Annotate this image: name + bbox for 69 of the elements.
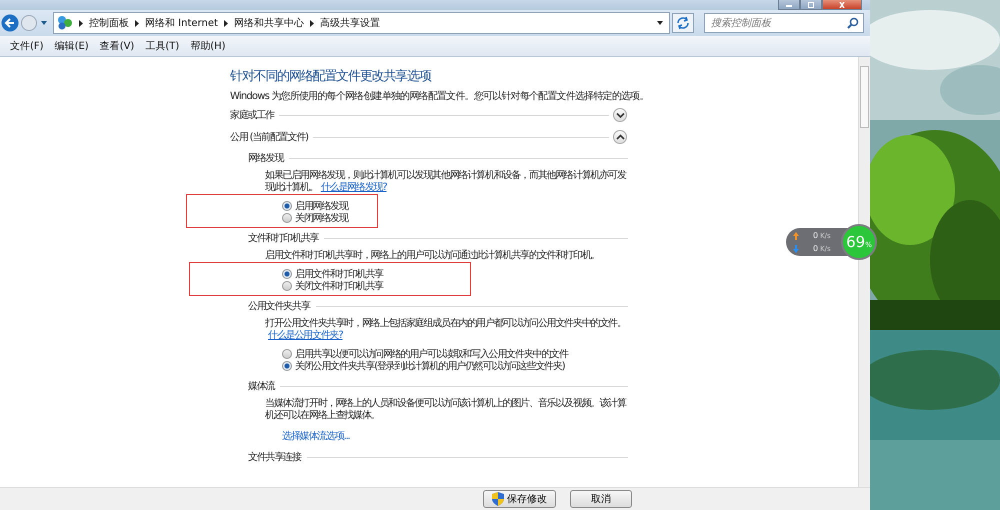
address-bar[interactable]: 控制面板 网络和 Internet 网络和共享中心 高级共享设置 xyxy=(53,12,670,34)
cancel-button[interactable]: 取消 xyxy=(570,490,632,508)
caret-icon xyxy=(41,21,47,25)
radio-button[interactable] xyxy=(282,201,292,211)
help-link[interactable]: 什么是网络发现? xyxy=(320,182,387,193)
shield-icon xyxy=(492,492,504,506)
radio-button[interactable] xyxy=(282,269,292,279)
profile-heading: 家庭或工作 xyxy=(230,108,274,122)
option-label[interactable]: 关闭文件和打印机共享 xyxy=(295,279,384,293)
radio-button[interactable] xyxy=(282,281,292,291)
save-button[interactable]: 保存修改 xyxy=(483,490,556,508)
speed-value: 0 xyxy=(813,244,818,253)
option-label[interactable]: 启用网络发现 xyxy=(295,199,348,213)
search-icon xyxy=(847,17,859,29)
search-field[interactable]: 搜索控制面板 xyxy=(704,13,864,33)
refresh-button[interactable] xyxy=(672,13,694,33)
breadcrumb[interactable]: 网络和 Internet xyxy=(145,16,218,30)
options-link[interactable]: 选择媒体流选项... xyxy=(282,429,350,443)
close-button[interactable] xyxy=(822,0,862,10)
refresh-icon xyxy=(675,15,691,31)
minimize-button[interactable] xyxy=(778,0,800,10)
chevron-icon xyxy=(79,20,83,26)
network-icon xyxy=(57,15,73,31)
circle-icon xyxy=(21,15,37,31)
menu-item[interactable]: 工具(T) xyxy=(145,39,180,53)
menu-item[interactable]: 查看(V) xyxy=(100,39,134,53)
profile-heading: 公用 (当前配置文件) xyxy=(230,130,308,144)
breadcrumb[interactable]: 高级共享设置 xyxy=(320,16,380,30)
breadcrumb[interactable]: 网络和共享中心 xyxy=(234,16,304,30)
chevron-icon xyxy=(310,20,314,26)
down-arrow-icon xyxy=(793,244,799,252)
section-heading: 媒体流 xyxy=(248,380,274,393)
menu-item[interactable]: 编辑(E) xyxy=(54,39,89,53)
chevron-icon xyxy=(135,20,139,26)
section-heading: 文件共享连接 xyxy=(248,450,301,464)
maximize-button[interactable] xyxy=(800,0,822,10)
menu-item[interactable]: 文件(F) xyxy=(10,39,44,53)
intro-text: Windows 为您所使用的每个网络创建单独的网络配置文件。您可以针对每个配置文件选择特定的选项。 xyxy=(230,90,649,103)
chevron-up-icon xyxy=(616,134,624,140)
description-text: 启用文件和打印机共享时，网络上的用户可以访问通过此计算机共享的文件和打印机。 xyxy=(265,250,600,262)
up-arrow-icon xyxy=(793,232,799,240)
description-text: 当媒体流打开时，网络上的人员和设备便可以访问该计算机上的图片、音乐以及视频。该计算机还可以在网络上查找媒体。 xyxy=(265,398,627,422)
section-heading: 网络发现 xyxy=(248,152,284,165)
chevron-down-icon xyxy=(616,112,624,118)
section-heading: 公用文件夹共享 xyxy=(248,300,310,313)
chevron-icon xyxy=(224,20,228,26)
description-text: 打开公用文件夹共享时，网络上包括家庭组成员在内的用户都可以访问公用文件夹中的文件。 什么是公用文件夹? xyxy=(265,318,627,342)
maximize-icon xyxy=(806,2,816,8)
history-dropdown[interactable] xyxy=(39,21,49,25)
menu-item[interactable]: 帮助(H) xyxy=(190,39,226,53)
option-label[interactable]: 启用共享以便可以访问网络的用户可以读取和写入公用文件夹中的文件 xyxy=(295,347,568,361)
speed-value: 0 xyxy=(813,231,818,240)
collapse-button[interactable] xyxy=(613,130,627,144)
help-link[interactable]: 什么是公用文件夹? xyxy=(268,330,343,341)
radio-button[interactable] xyxy=(282,349,292,359)
option-label[interactable]: 启用文件和打印机共享 xyxy=(295,267,384,281)
usage-value: 69 xyxy=(846,233,866,251)
description-text: 如果已启用网络发现，则此计算机可以发现其他网络计算机和设备，而其他网络计算机亦可发现此计算机。 什么是网络发现? xyxy=(265,170,627,194)
expand-button[interactable] xyxy=(613,108,627,122)
breadcrumb[interactable]: 控制面板 xyxy=(89,16,129,30)
section-heading: 文件和打印机共享 xyxy=(248,232,318,245)
option-label[interactable]: 关闭网络发现 xyxy=(295,211,348,225)
option-label[interactable]: 关闭公用文件夹共享(登录到此计算机的用户仍然可以访问这些文件夹) xyxy=(295,359,564,373)
close-icon xyxy=(837,2,847,8)
caret-icon xyxy=(657,21,663,25)
page-title: 针对不同的网络配置文件更改共享选项 xyxy=(230,68,432,85)
radio-button[interactable] xyxy=(282,213,292,223)
back-button[interactable] xyxy=(1,14,19,32)
radio-button[interactable] xyxy=(282,361,292,371)
